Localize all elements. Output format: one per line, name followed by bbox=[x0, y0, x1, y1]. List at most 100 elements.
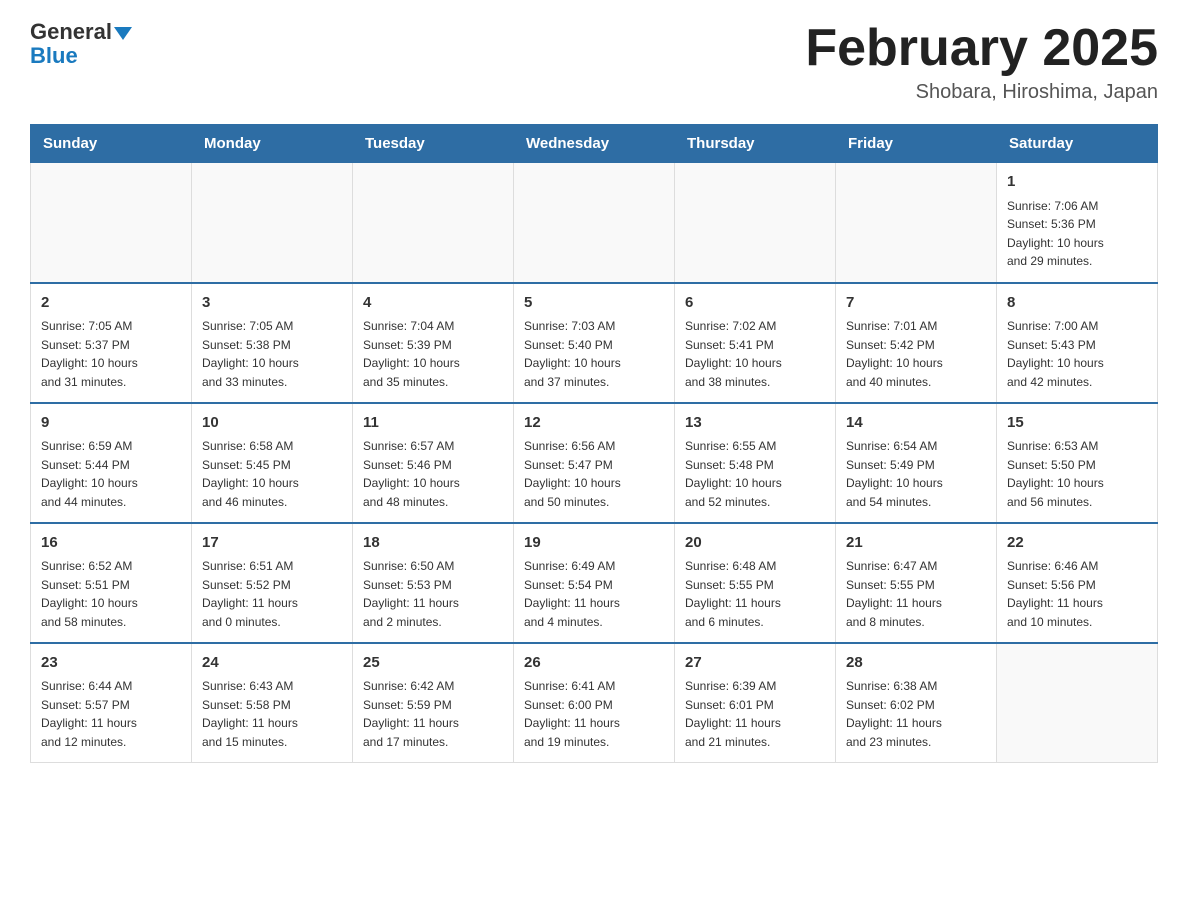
day-info: Sunrise: 6:43 AMSunset: 5:58 PMDaylight:… bbox=[202, 677, 342, 751]
day-info: Sunrise: 6:42 AMSunset: 5:59 PMDaylight:… bbox=[363, 677, 503, 751]
day-number: 20 bbox=[685, 532, 825, 555]
day-number: 17 bbox=[202, 532, 342, 555]
day-info: Sunrise: 6:49 AMSunset: 5:54 PMDaylight:… bbox=[524, 557, 664, 631]
header-sunday: Sunday bbox=[31, 125, 192, 163]
logo-blue: Blue bbox=[30, 43, 78, 68]
day-info: Sunrise: 6:47 AMSunset: 5:55 PMDaylight:… bbox=[846, 557, 986, 631]
header-tuesday: Tuesday bbox=[353, 125, 514, 163]
calendar-cell: 21Sunrise: 6:47 AMSunset: 5:55 PMDayligh… bbox=[836, 523, 997, 643]
day-info: Sunrise: 7:03 AMSunset: 5:40 PMDaylight:… bbox=[524, 317, 664, 391]
calendar-cell: 17Sunrise: 6:51 AMSunset: 5:52 PMDayligh… bbox=[192, 523, 353, 643]
calendar-week-2: 9Sunrise: 6:59 AMSunset: 5:44 PMDaylight… bbox=[31, 403, 1158, 523]
day-info: Sunrise: 7:05 AMSunset: 5:37 PMDaylight:… bbox=[41, 317, 181, 391]
calendar-cell: 18Sunrise: 6:50 AMSunset: 5:53 PMDayligh… bbox=[353, 523, 514, 643]
calendar-cell: 26Sunrise: 6:41 AMSunset: 6:00 PMDayligh… bbox=[514, 643, 675, 763]
day-number: 14 bbox=[846, 412, 986, 435]
day-number: 21 bbox=[846, 532, 986, 555]
calendar-cell: 15Sunrise: 6:53 AMSunset: 5:50 PMDayligh… bbox=[997, 403, 1158, 523]
calendar-cell bbox=[31, 163, 192, 283]
day-number: 25 bbox=[363, 652, 503, 675]
calendar-table: Sunday Monday Tuesday Wednesday Thursday… bbox=[30, 124, 1158, 763]
calendar-cell: 22Sunrise: 6:46 AMSunset: 5:56 PMDayligh… bbox=[997, 523, 1158, 643]
calendar-cell: 11Sunrise: 6:57 AMSunset: 5:46 PMDayligh… bbox=[353, 403, 514, 523]
page-header: General Blue February 2025 Shobara, Hiro… bbox=[30, 20, 1158, 104]
day-number: 5 bbox=[524, 292, 664, 315]
day-info: Sunrise: 6:58 AMSunset: 5:45 PMDaylight:… bbox=[202, 437, 342, 511]
day-number: 3 bbox=[202, 292, 342, 315]
day-info: Sunrise: 7:02 AMSunset: 5:41 PMDaylight:… bbox=[685, 317, 825, 391]
logo-triangle-icon bbox=[114, 27, 132, 40]
calendar-cell: 27Sunrise: 6:39 AMSunset: 6:01 PMDayligh… bbox=[675, 643, 836, 763]
day-number: 11 bbox=[363, 412, 503, 435]
day-info: Sunrise: 6:51 AMSunset: 5:52 PMDaylight:… bbox=[202, 557, 342, 631]
day-info: Sunrise: 6:39 AMSunset: 6:01 PMDaylight:… bbox=[685, 677, 825, 751]
day-number: 27 bbox=[685, 652, 825, 675]
calendar-cell bbox=[836, 163, 997, 283]
day-number: 23 bbox=[41, 652, 181, 675]
calendar-cell: 7Sunrise: 7:01 AMSunset: 5:42 PMDaylight… bbox=[836, 283, 997, 403]
day-info: Sunrise: 6:52 AMSunset: 5:51 PMDaylight:… bbox=[41, 557, 181, 631]
header-friday: Friday bbox=[836, 125, 997, 163]
calendar-cell bbox=[675, 163, 836, 283]
day-info: Sunrise: 6:57 AMSunset: 5:46 PMDaylight:… bbox=[363, 437, 503, 511]
header-row: Sunday Monday Tuesday Wednesday Thursday… bbox=[31, 125, 1158, 163]
day-info: Sunrise: 6:59 AMSunset: 5:44 PMDaylight:… bbox=[41, 437, 181, 511]
logo: General Blue bbox=[30, 20, 132, 68]
day-info: Sunrise: 6:55 AMSunset: 5:48 PMDaylight:… bbox=[685, 437, 825, 511]
calendar-week-4: 23Sunrise: 6:44 AMSunset: 5:57 PMDayligh… bbox=[31, 643, 1158, 763]
day-number: 13 bbox=[685, 412, 825, 435]
month-title: February 2025 bbox=[805, 20, 1158, 77]
day-number: 18 bbox=[363, 532, 503, 555]
calendar-week-0: 1Sunrise: 7:06 AMSunset: 5:36 PMDaylight… bbox=[31, 163, 1158, 283]
day-info: Sunrise: 7:04 AMSunset: 5:39 PMDaylight:… bbox=[363, 317, 503, 391]
calendar-cell bbox=[192, 163, 353, 283]
day-number: 28 bbox=[846, 652, 986, 675]
day-number: 2 bbox=[41, 292, 181, 315]
calendar-cell: 13Sunrise: 6:55 AMSunset: 5:48 PMDayligh… bbox=[675, 403, 836, 523]
day-info: Sunrise: 6:56 AMSunset: 5:47 PMDaylight:… bbox=[524, 437, 664, 511]
day-info: Sunrise: 6:48 AMSunset: 5:55 PMDaylight:… bbox=[685, 557, 825, 631]
calendar-cell: 28Sunrise: 6:38 AMSunset: 6:02 PMDayligh… bbox=[836, 643, 997, 763]
calendar-cell: 10Sunrise: 6:58 AMSunset: 5:45 PMDayligh… bbox=[192, 403, 353, 523]
day-info: Sunrise: 6:54 AMSunset: 5:49 PMDaylight:… bbox=[846, 437, 986, 511]
day-number: 6 bbox=[685, 292, 825, 315]
calendar-cell: 14Sunrise: 6:54 AMSunset: 5:49 PMDayligh… bbox=[836, 403, 997, 523]
calendar-cell bbox=[353, 163, 514, 283]
day-number: 19 bbox=[524, 532, 664, 555]
day-info: Sunrise: 6:50 AMSunset: 5:53 PMDaylight:… bbox=[363, 557, 503, 631]
day-number: 26 bbox=[524, 652, 664, 675]
calendar-week-3: 16Sunrise: 6:52 AMSunset: 5:51 PMDayligh… bbox=[31, 523, 1158, 643]
day-info: Sunrise: 6:46 AMSunset: 5:56 PMDaylight:… bbox=[1007, 557, 1147, 631]
day-number: 24 bbox=[202, 652, 342, 675]
header-thursday: Thursday bbox=[675, 125, 836, 163]
day-info: Sunrise: 6:38 AMSunset: 6:02 PMDaylight:… bbox=[846, 677, 986, 751]
calendar-cell: 2Sunrise: 7:05 AMSunset: 5:37 PMDaylight… bbox=[31, 283, 192, 403]
header-saturday: Saturday bbox=[997, 125, 1158, 163]
calendar-cell: 1Sunrise: 7:06 AMSunset: 5:36 PMDaylight… bbox=[997, 163, 1158, 283]
day-number: 22 bbox=[1007, 532, 1147, 555]
logo-general: General bbox=[30, 19, 112, 44]
logo-text: General Blue bbox=[30, 20, 132, 68]
calendar-cell: 3Sunrise: 7:05 AMSunset: 5:38 PMDaylight… bbox=[192, 283, 353, 403]
day-info: Sunrise: 6:53 AMSunset: 5:50 PMDaylight:… bbox=[1007, 437, 1147, 511]
calendar-cell: 19Sunrise: 6:49 AMSunset: 5:54 PMDayligh… bbox=[514, 523, 675, 643]
calendar-cell: 6Sunrise: 7:02 AMSunset: 5:41 PMDaylight… bbox=[675, 283, 836, 403]
calendar-cell: 24Sunrise: 6:43 AMSunset: 5:58 PMDayligh… bbox=[192, 643, 353, 763]
calendar-cell: 23Sunrise: 6:44 AMSunset: 5:57 PMDayligh… bbox=[31, 643, 192, 763]
location: Shobara, Hiroshima, Japan bbox=[805, 81, 1158, 104]
day-number: 16 bbox=[41, 532, 181, 555]
calendar-cell: 5Sunrise: 7:03 AMSunset: 5:40 PMDaylight… bbox=[514, 283, 675, 403]
day-number: 4 bbox=[363, 292, 503, 315]
calendar-week-1: 2Sunrise: 7:05 AMSunset: 5:37 PMDaylight… bbox=[31, 283, 1158, 403]
day-number: 15 bbox=[1007, 412, 1147, 435]
day-info: Sunrise: 7:00 AMSunset: 5:43 PMDaylight:… bbox=[1007, 317, 1147, 391]
day-info: Sunrise: 6:44 AMSunset: 5:57 PMDaylight:… bbox=[41, 677, 181, 751]
calendar-cell: 9Sunrise: 6:59 AMSunset: 5:44 PMDaylight… bbox=[31, 403, 192, 523]
calendar-cell: 12Sunrise: 6:56 AMSunset: 5:47 PMDayligh… bbox=[514, 403, 675, 523]
day-info: Sunrise: 7:01 AMSunset: 5:42 PMDaylight:… bbox=[846, 317, 986, 391]
calendar-cell bbox=[514, 163, 675, 283]
calendar-cell: 25Sunrise: 6:42 AMSunset: 5:59 PMDayligh… bbox=[353, 643, 514, 763]
day-number: 7 bbox=[846, 292, 986, 315]
day-info: Sunrise: 6:41 AMSunset: 6:00 PMDaylight:… bbox=[524, 677, 664, 751]
calendar-cell: 20Sunrise: 6:48 AMSunset: 5:55 PMDayligh… bbox=[675, 523, 836, 643]
